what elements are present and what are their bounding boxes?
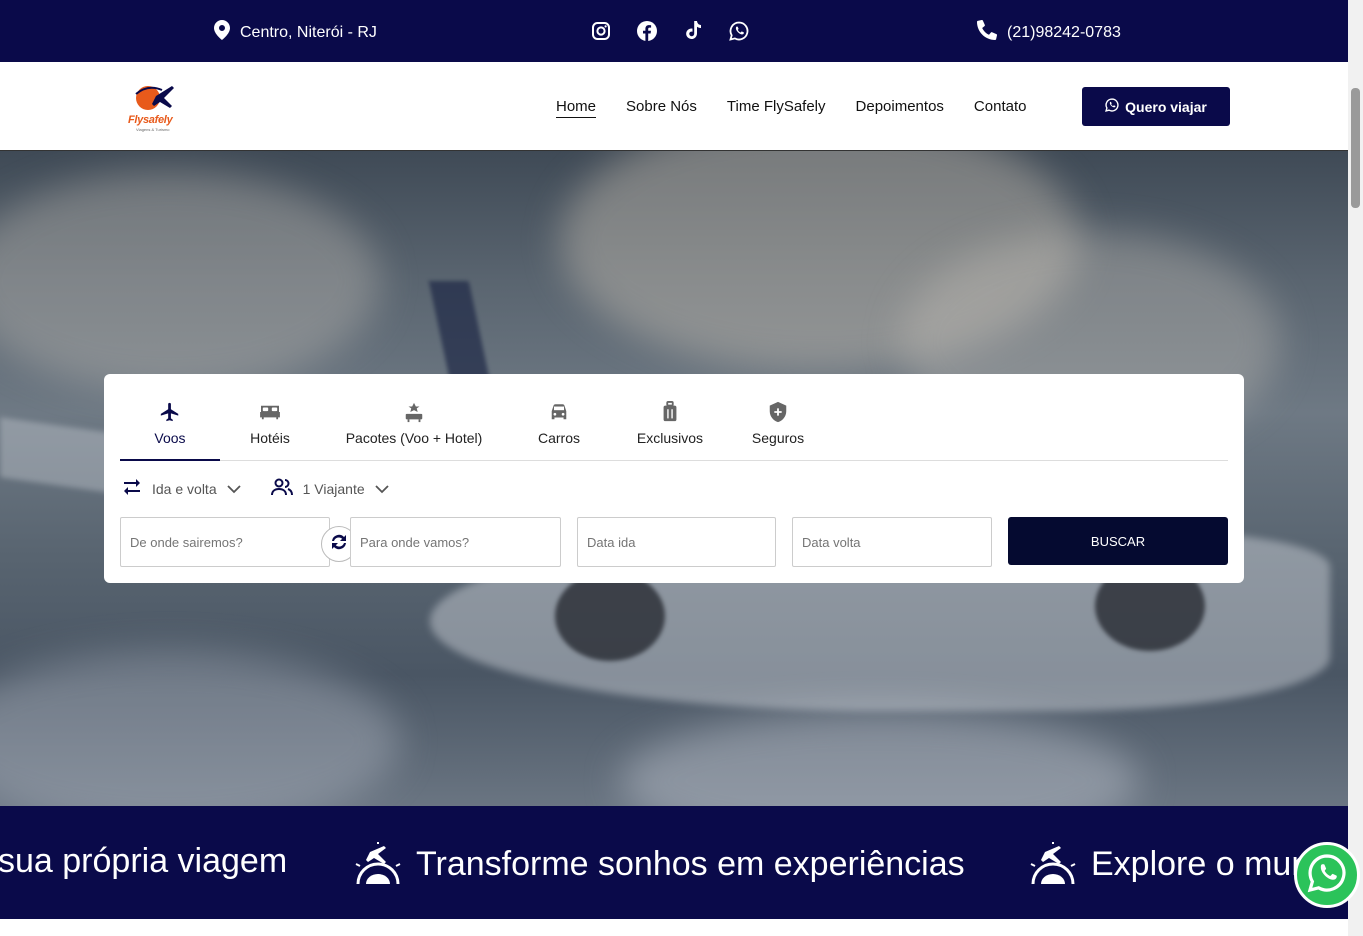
tab-label: Seguros: [751, 430, 805, 446]
destination-field[interactable]: [350, 517, 561, 567]
swap-icon: [329, 533, 349, 556]
facebook-icon[interactable]: [635, 19, 659, 43]
tab-label: Voos: [154, 430, 186, 446]
map-pin-icon: [214, 20, 230, 45]
quero-viajar-button[interactable]: Quero viajar: [1082, 87, 1230, 126]
cta-label: Quero viajar: [1125, 98, 1207, 115]
location: Centro, Niterói - RJ: [214, 20, 377, 45]
chevron-down-icon: [226, 481, 241, 497]
depart-date-input[interactable]: [587, 534, 766, 550]
marquee-text: Transforme sonhos em experiências: [416, 844, 965, 883]
whatsapp-icon: [1105, 98, 1119, 115]
destination-input[interactable]: [360, 534, 551, 550]
search-tabs: Voos Hotéis Pacotes (Voo + Hotel) Carros…: [120, 390, 1228, 461]
nav-sobre-nos[interactable]: Sobre Nós: [626, 98, 697, 118]
phone-icon: [977, 19, 998, 45]
shield-plus-icon: [766, 400, 790, 424]
tab-label: Pacotes (Voo + Hotel): [345, 430, 483, 446]
car-icon: [547, 400, 571, 424]
return-date-input[interactable]: [802, 534, 982, 550]
whatsapp-icon[interactable]: [727, 19, 751, 43]
tab-hoteis[interactable]: Hotéis: [220, 390, 320, 461]
luggage-icon: [658, 400, 682, 424]
travelers-value: 1 Viajante: [302, 480, 365, 497]
tab-seguros[interactable]: Seguros: [744, 390, 812, 461]
tab-voos[interactable]: Voos: [120, 390, 220, 461]
page-bottom: [0, 919, 1348, 936]
site-header: Flysafely Viagens & Turismo Home Sobre N…: [0, 62, 1348, 151]
trip-type-value: Ida e volta: [152, 480, 217, 497]
tiktok-icon[interactable]: [681, 19, 705, 43]
marquee-item: Transforme sonhos em experiências: [352, 842, 965, 886]
search-options: Ida e volta 1 Viajante: [122, 478, 419, 499]
search-card: Voos Hotéis Pacotes (Voo + Hotel) Carros…: [104, 374, 1244, 583]
tab-label: Hotéis: [250, 430, 290, 446]
origin-field[interactable]: [120, 517, 330, 567]
marquee-item: sua própria viagem: [0, 842, 287, 881]
logo[interactable]: Flysafely Viagens & Turismo: [128, 82, 180, 132]
marquee-band: sua própria viagem Transforme sonhos em …: [0, 806, 1348, 919]
phone-text: (21)98242-0783: [1007, 23, 1121, 41]
nav-contato[interactable]: Contato: [974, 98, 1027, 118]
whatsapp-float-button[interactable]: [1294, 842, 1360, 908]
phone[interactable]: (21)98242-0783: [977, 19, 1121, 45]
chevron-down-icon: [374, 481, 389, 497]
scrollbar-thumb[interactable]: [1351, 88, 1360, 208]
depart-date-field[interactable]: [577, 517, 776, 567]
top-bar: Centro, Niterói - RJ (21)98242-0783: [0, 0, 1348, 62]
return-date-field[interactable]: [792, 517, 992, 567]
whatsapp-icon: [1307, 853, 1347, 898]
package-icon: [402, 400, 426, 424]
social-links: [589, 19, 751, 43]
origin-input[interactable]: [130, 534, 320, 550]
tab-label: Carros: [537, 430, 580, 446]
tab-label: Exclusivos: [636, 430, 704, 446]
people-icon: [270, 478, 293, 499]
bed-icon: [258, 400, 282, 424]
trip-type-select[interactable]: Ida e volta: [122, 478, 241, 499]
swap-arrows-icon: [122, 478, 142, 499]
nav-depoimentos[interactable]: Depoimentos: [856, 98, 944, 118]
marquee-text: sua própria viagem: [0, 842, 288, 880]
tab-pacotes[interactable]: Pacotes (Voo + Hotel): [332, 390, 496, 461]
nav-home[interactable]: Home: [556, 98, 597, 118]
plane-globe-icon: [355, 842, 401, 885]
plane-globe-icon: [1030, 842, 1076, 885]
logo-subtitle: Viagens & Turismo: [136, 127, 170, 132]
plane-engine: [555, 571, 665, 661]
tab-exclusivos[interactable]: Exclusivos: [628, 390, 712, 461]
main-nav: Home Sobre Nós Time FlySafely Depoimento…: [556, 98, 1026, 118]
logo-text: Flysafely: [128, 114, 173, 126]
travelers-select[interactable]: 1 Viajante: [270, 478, 389, 499]
logo-mark: [135, 86, 174, 110]
search-button[interactable]: BUSCAR: [1008, 517, 1228, 565]
location-text: Centro, Niterói - RJ: [240, 23, 377, 41]
nav-time-flysafely[interactable]: Time FlySafely: [727, 98, 826, 118]
airplane-icon: [158, 400, 182, 424]
tab-carros[interactable]: Carros: [520, 390, 598, 461]
instagram-icon[interactable]: [589, 19, 613, 43]
